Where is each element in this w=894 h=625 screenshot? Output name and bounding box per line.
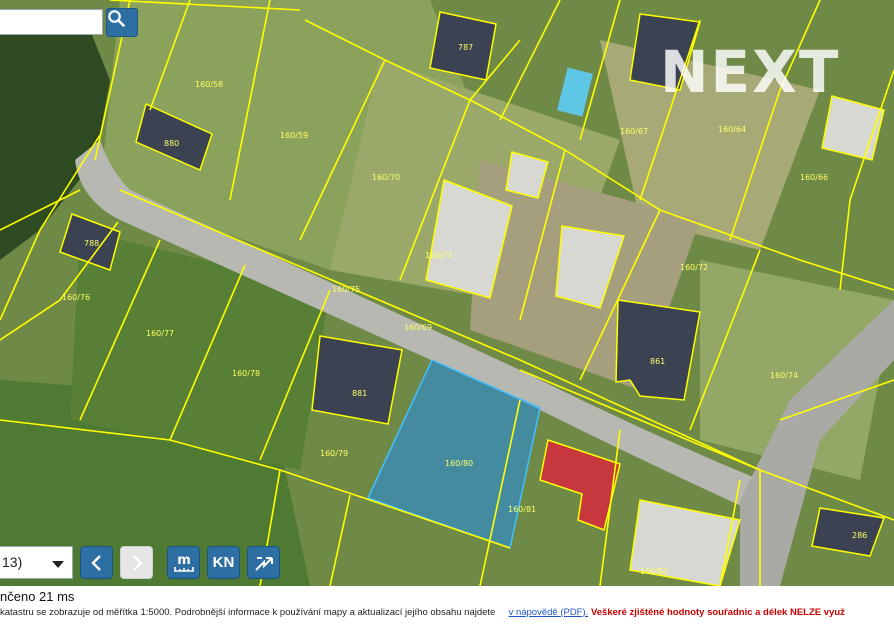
next-watermark-logo: NEXT xyxy=(660,38,841,106)
kn-label: KN xyxy=(212,554,235,571)
building-label: 861 xyxy=(650,357,665,366)
parcel-label: 160/70 xyxy=(372,173,400,182)
parcel-label: 160/82 xyxy=(640,567,668,576)
ruler-icon: m xyxy=(173,553,194,572)
building-label: 788 xyxy=(84,239,99,248)
kn-button[interactable]: KN xyxy=(207,546,240,579)
scale-select-value: 13) xyxy=(2,554,23,570)
parcel-label: 160/75 xyxy=(332,285,360,294)
help-link[interactable]: v nápovědě (PDF). xyxy=(509,607,589,618)
parcel-label: 160/76 xyxy=(62,293,90,302)
cadastral-map[interactable]: 160/58 160/59 160/70 160/64 160/66 160/7… xyxy=(0,0,894,586)
building-label: 286 xyxy=(852,531,867,540)
share-icon xyxy=(254,556,273,571)
building-label: 880 xyxy=(164,139,179,148)
parcel-label: 160/74 xyxy=(770,371,798,380)
parcel-label: 160/77 xyxy=(146,329,174,338)
chevron-down-icon xyxy=(52,561,64,568)
building-label: 787 xyxy=(458,43,473,52)
footer-bar xyxy=(0,586,894,625)
building-label: 881 xyxy=(352,389,367,398)
parcel-label: 160/64 xyxy=(718,125,746,134)
parcel-label: 160/69 xyxy=(404,323,432,332)
search-input[interactable] xyxy=(0,9,103,35)
parcel-label: 160/72 xyxy=(680,263,708,272)
warning-text: Veškeré zjištěné hodnoty souřadnic a dél… xyxy=(590,607,845,618)
info-text: katastru se zobrazuje od měřítka 1:5000.… xyxy=(0,607,845,618)
status-text: nčeno 21 ms xyxy=(0,589,75,604)
parcel-label: 160/80 xyxy=(445,459,473,468)
chevron-left-icon xyxy=(90,554,101,571)
parcel-label: 160/67 xyxy=(620,127,648,136)
scale-select[interactable]: 13) xyxy=(0,546,73,579)
search-icon xyxy=(108,10,125,27)
search-button[interactable] xyxy=(106,8,138,37)
parcel-label: 160/66 xyxy=(800,173,828,182)
chevron-right-icon xyxy=(132,554,143,571)
parcel-label: 160/79 xyxy=(320,449,348,458)
parcel-label: 160/81 xyxy=(508,505,536,514)
prev-button[interactable] xyxy=(80,546,113,579)
parcel-label: 160/58 xyxy=(195,80,223,89)
measure-button[interactable]: m xyxy=(167,546,200,579)
parcel-label: 160/71 xyxy=(425,251,453,260)
next-button[interactable] xyxy=(120,546,153,579)
info-message: katastru se zobrazuje od měřítka 1:5000.… xyxy=(0,607,496,618)
share-button[interactable] xyxy=(247,546,280,579)
measure-label: m xyxy=(177,553,191,568)
parcel-label: 160/78 xyxy=(232,369,260,378)
parcel-label: 160/59 xyxy=(280,131,308,140)
